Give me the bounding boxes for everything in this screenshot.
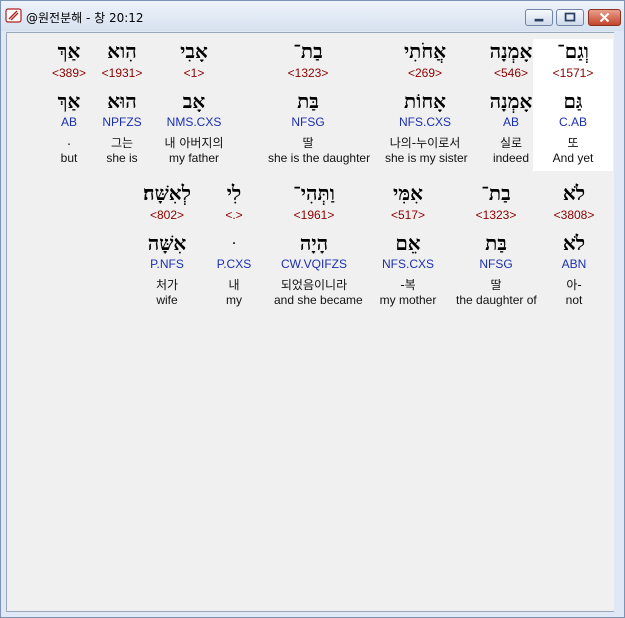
minimize-icon xyxy=(534,18,544,22)
lemma-word: בַּת xyxy=(485,231,507,255)
english-gloss: and she became xyxy=(274,293,363,307)
parsing-code: NFS.CXS xyxy=(398,115,451,129)
word-column[interactable]: אָבִי <1> אָב NMS.CXS 내 아버지의 my father xyxy=(154,39,234,171)
parsing-code: CW.VQIFZS xyxy=(281,257,347,271)
english-gloss: not xyxy=(565,293,583,307)
english-gloss: she is my sister xyxy=(385,151,468,165)
korean-gloss: 처가 xyxy=(155,278,179,292)
korean-gloss: -복 xyxy=(400,278,416,292)
lemma-word: אֵם xyxy=(395,231,421,255)
parsing-code: NFSG xyxy=(479,257,513,271)
strong-number: <546> xyxy=(493,66,529,80)
lemma-word: אַךְ xyxy=(57,89,81,113)
parsing-code: AB xyxy=(502,115,519,129)
strong-number: <1961> xyxy=(293,208,335,222)
maximize-button[interactable] xyxy=(556,9,584,26)
hebrew-word: בַת־ xyxy=(481,181,511,205)
strong-number: <802> xyxy=(149,208,185,222)
analysis-panel: וְגַם־ <1571> גַּם C.AB 또 And yet אָמְנָה <546>… xyxy=(6,32,615,612)
word-column[interactable]: וַתְּהִי־ <1961> הָיָה CW.VQIFZS 되었음이니라 and s… xyxy=(274,181,363,313)
lemma-word: אָב xyxy=(182,89,206,113)
strong-number: <1323> xyxy=(475,208,517,222)
parsing-code: AB xyxy=(60,115,77,129)
word-column[interactable]: אֲחֹתִי <269> אָחוֹת NFS.CXS 나의-누이로서 she is m… xyxy=(385,39,468,171)
korean-gloss: 아- xyxy=(566,278,582,292)
word-column[interactable]: לֹא <3808> לֹא ABN 아-not xyxy=(534,181,614,313)
close-icon xyxy=(599,12,610,23)
english-gloss: wife xyxy=(156,293,178,307)
korean-gloss: 되었음이니라 xyxy=(280,278,348,292)
parsing-code: NFS.CXS xyxy=(381,257,434,271)
english-gloss: but xyxy=(60,151,78,165)
korean-gloss: . xyxy=(67,134,71,148)
korean-gloss: 딸 xyxy=(490,278,502,292)
word-column[interactable]: בַת־ <1323> בַּת NFSG 딸 the daughter of xyxy=(456,181,537,313)
title-bar[interactable]: @원전분해 - 창 20:12 xyxy=(1,1,624,31)
english-gloss: the daughter of xyxy=(456,293,537,307)
korean-gloss: 실로 xyxy=(499,136,523,150)
hebrew-word: אִמִּי xyxy=(393,181,423,205)
strong-number: <389> xyxy=(51,66,87,80)
hebrew-word: אֲחֹתִי xyxy=(403,39,447,63)
hebrew-word: אָמְנָה xyxy=(489,39,533,63)
window-title: @원전분해 - 창 20:12 xyxy=(26,11,144,25)
parsing-code: NFSG xyxy=(291,115,325,129)
english-gloss: my father xyxy=(168,151,219,165)
word-column[interactable]: אָמְנָה <546> אָמְנָה AB 실로 indeed xyxy=(471,39,551,171)
hebrew-word: לְאִשָּׁה׃ xyxy=(143,181,191,205)
english-gloss: my mother xyxy=(379,293,437,307)
word-column[interactable]: אִמִּי <517> אֵם NFS.CXS -복 my mother xyxy=(368,181,448,313)
word-column[interactable]: לְאִשָּׁה׃ <802> אִשָּׁה P.NFS 처가 wife xyxy=(127,181,207,313)
english-gloss: indeed xyxy=(492,151,530,165)
bible-icon[interactable] xyxy=(5,7,22,24)
korean-gloss: 딸 xyxy=(302,136,314,150)
lemma-word: בַּת xyxy=(297,89,319,113)
parsing-code: ABN xyxy=(561,257,587,271)
minimize-button[interactable] xyxy=(525,9,553,26)
word-column[interactable]: אַךְ <389> אַךְ AB. but xyxy=(29,39,109,171)
parsing-code: NMS.CXS xyxy=(166,115,222,129)
korean-gloss: 내 아버지의 xyxy=(164,136,224,150)
lemma-word: הָיָה xyxy=(299,231,329,255)
lemma-word: אָמְנָה xyxy=(489,89,533,113)
korean-gloss: 나의-누이로서 xyxy=(389,136,461,150)
hebrew-word: אָבִי xyxy=(180,39,208,63)
lemma-word: אִשָּׁה xyxy=(147,231,187,255)
strong-number: <3808> xyxy=(553,208,595,222)
hebrew-word: וַתְּהִי־ xyxy=(293,181,335,205)
hebrew-word: לֹא xyxy=(562,181,586,205)
lemma-word: לֹא xyxy=(562,231,586,255)
english-gloss: she is the daughter xyxy=(268,151,371,165)
lemma-word: אָחוֹת xyxy=(404,89,446,113)
hebrew-word: בַת־ xyxy=(293,39,323,63)
strong-number: <1> xyxy=(183,66,205,80)
word-column[interactable]: בַת־ <1323> בַּת NFSG 딸 she is the daughter xyxy=(268,39,371,171)
hebrew-word: אַךְ xyxy=(57,39,81,63)
parsing-code: P.NFS xyxy=(150,257,184,271)
scrollbar[interactable] xyxy=(614,32,622,612)
app-window: @원전분해 - 창 20:12 וְגַם־ <1571> גַּם C.AB 또 And… xyxy=(0,0,625,618)
strong-number: <517> xyxy=(390,208,426,222)
strong-number: <269> xyxy=(407,66,443,80)
maximize-icon xyxy=(564,12,576,22)
strong-number: <1323> xyxy=(287,66,329,80)
close-button[interactable] xyxy=(588,9,621,26)
